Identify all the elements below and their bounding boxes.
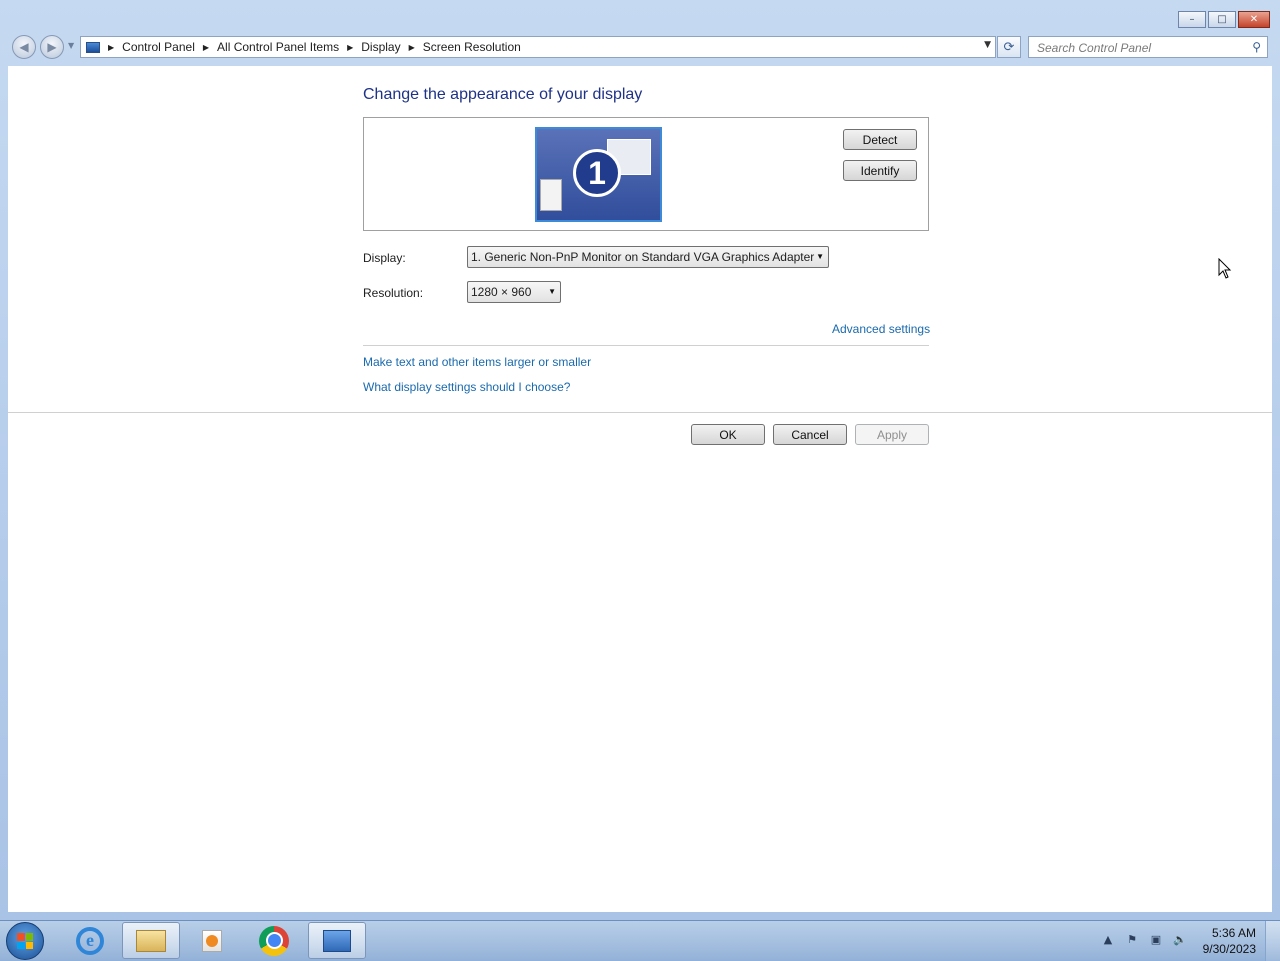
breadcrumb-control-panel[interactable]: Control Panel	[122, 40, 195, 54]
taskbar-chrome[interactable]	[245, 922, 303, 959]
search-input[interactable]	[1035, 38, 1239, 58]
media-player-icon	[202, 929, 222, 952]
breadcrumb-arrow-icon[interactable]: ▶	[347, 43, 353, 52]
chrome-icon	[259, 925, 289, 956]
system-tray: ▲ ⚑ ▣ 🔈	[1100, 931, 1196, 947]
display-label: Display:	[363, 251, 406, 265]
monitor-1-tile[interactable]: 1	[535, 127, 662, 222]
section-divider	[363, 345, 929, 346]
resolution-label: Resolution:	[363, 286, 424, 300]
address-history-dropdown-icon[interactable]: ▼	[984, 40, 991, 50]
windows-logo-icon	[17, 933, 33, 949]
clock-date: 9/30/2023	[1202, 942, 1256, 956]
folder-icon	[136, 929, 166, 952]
taskbar-internet-explorer[interactable]: e	[61, 922, 119, 959]
breadcrumb-arrow-icon[interactable]: ▶	[409, 43, 415, 52]
forward-button[interactable]: ▶	[40, 35, 64, 59]
control-panel-icon	[86, 41, 100, 53]
resolution-select-value: 1280 × 960	[471, 285, 532, 299]
close-button[interactable]: ✕	[1238, 11, 1270, 28]
apply-button[interactable]: Apply	[855, 424, 929, 445]
navigation-bar: ◀ ▶ ▼ ▶ Control Panel ▶ All Control Pane…	[0, 34, 1280, 62]
page-title: Change the appearance of your display	[363, 86, 643, 103]
search-icon[interactable]: ⚲	[1252, 40, 1261, 54]
display-select[interactable]: 1. Generic Non-PnP Monitor on Standard V…	[467, 246, 829, 268]
identify-button[interactable]: Identify	[843, 160, 917, 181]
breadcrumb-display[interactable]: Display	[361, 40, 400, 54]
internet-explorer-icon: e	[76, 926, 104, 955]
ok-button[interactable]: OK	[691, 424, 765, 445]
network-icon[interactable]: ▣	[1148, 931, 1164, 947]
chevron-down-icon: ▼	[816, 252, 824, 261]
resolution-select[interactable]: 1280 × 960 ▼	[467, 281, 561, 303]
advanced-settings-link[interactable]: Advanced settings	[832, 322, 930, 336]
search-box[interactable]: ⚲	[1028, 36, 1268, 58]
monitor-preview-sidebar	[540, 179, 562, 211]
monitor-arrangement-area: 1 Detect Identify	[363, 117, 929, 231]
taskbar: e ▲ ⚑ ▣ 🔈 5:36 AM 9/30/2023	[0, 920, 1280, 961]
volume-muted-icon[interactable]: 🔈	[1172, 931, 1188, 947]
display-select-value: 1. Generic Non-PnP Monitor on Standard V…	[471, 250, 815, 264]
action-center-flag-icon[interactable]: ⚑	[1124, 931, 1140, 947]
refresh-button[interactable]: ⟳	[997, 36, 1021, 58]
caption-buttons: – □ ✕	[1178, 11, 1270, 28]
mouse-pointer-icon	[1218, 258, 1232, 279]
clock-time: 5:36 AM	[1211, 926, 1256, 940]
breadcrumb-arrow-icon[interactable]: ▶	[203, 43, 209, 52]
start-button[interactable]	[6, 922, 44, 960]
monitor-number-badge: 1	[573, 149, 621, 197]
taskbar-media-player[interactable]	[183, 922, 241, 959]
refresh-icon: ⟳	[1003, 39, 1015, 55]
maximize-button[interactable]: □	[1208, 11, 1236, 28]
control-panel-window: – □ ✕ ◀ ▶ ▼ ▶ Control Panel ▶ All Contro…	[0, 0, 1280, 920]
show-desktop-button[interactable]	[1265, 921, 1280, 961]
breadcrumb-arrow-icon[interactable]: ▶	[108, 43, 114, 52]
display-settings-icon	[323, 929, 351, 952]
taskbar-screen-resolution-window[interactable]	[308, 922, 366, 959]
back-button[interactable]: ◀	[12, 35, 36, 59]
cancel-button[interactable]: Cancel	[773, 424, 847, 445]
system-clock[interactable]: 5:36 AM 9/30/2023	[1203, 925, 1256, 957]
show-hidden-icons-icon[interactable]: ▲	[1100, 931, 1116, 947]
address-bar[interactable]: ▶ Control Panel ▶ All Control Panel Item…	[80, 36, 996, 58]
minimize-button[interactable]: –	[1178, 11, 1206, 28]
footer-divider	[8, 412, 1272, 413]
recent-pages-chevron-icon[interactable]: ▼	[68, 41, 74, 50]
text-size-link[interactable]: Make text and other items larger or smal…	[363, 355, 591, 369]
content-pane: Change the appearance of your display 1 …	[8, 66, 1272, 912]
detect-button[interactable]: Detect	[843, 129, 917, 150]
display-help-link[interactable]: What display settings should I choose?	[363, 380, 570, 394]
breadcrumb-all-items[interactable]: All Control Panel Items	[217, 40, 339, 54]
taskbar-windows-explorer[interactable]	[122, 922, 180, 959]
title-bar[interactable]: – □ ✕	[0, 0, 1280, 36]
breadcrumb-screen-resolution[interactable]: Screen Resolution	[423, 40, 521, 54]
chevron-down-icon: ▼	[548, 287, 556, 296]
